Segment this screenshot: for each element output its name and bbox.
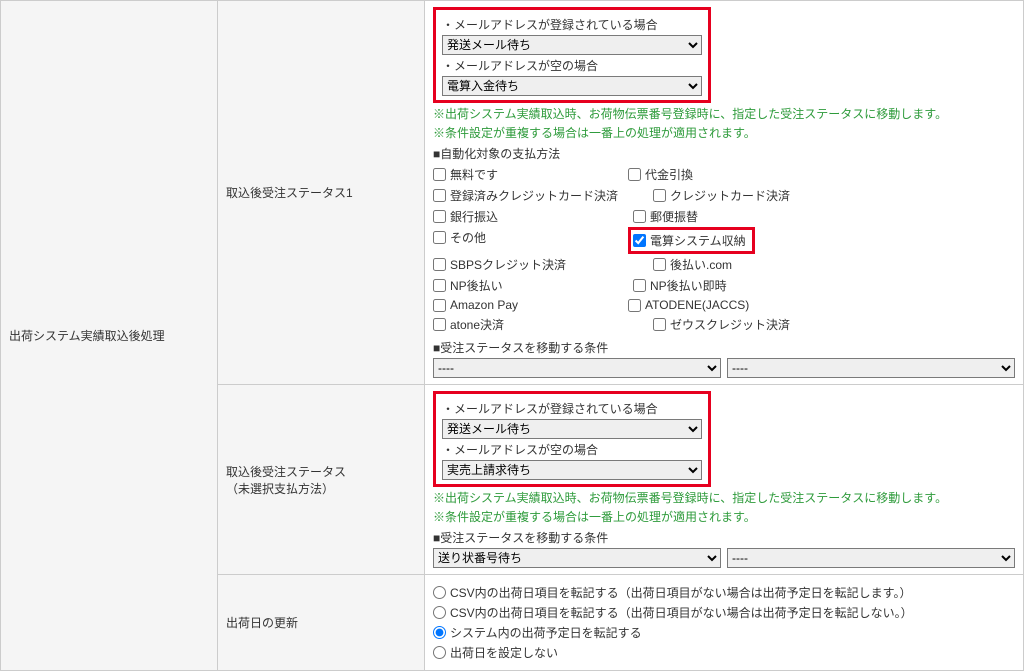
payment-methods-grid: 無料です 代金引換 登録済みクレジットカード決済 クレジットカード決済 銀行振込… (433, 164, 1015, 335)
pm-postal[interactable]: 郵便振替 (633, 208, 853, 225)
pm-registered-cc[interactable]: 登録済みクレジットカード決済 (433, 187, 653, 204)
status2-content: ・メールアドレスが登録されている場合 発送メール待ち ・メールアドレスが空の場合… (425, 385, 1024, 575)
email-registered-select-1[interactable]: 発送メール待ち (442, 35, 702, 55)
pm-atodene[interactable]: ATODENE(JACCS) (628, 298, 828, 312)
ship-date-radio-2[interactable]: CSV内の出荷日項目を転記する（出荷日項目がない場合は出荷予定日を転記しない。） (433, 604, 1015, 621)
email-registered-label-1: ・メールアドレスが登録されている場合 (442, 16, 702, 33)
status2-note2: ※条件設定が重複する場合は一番上の処理が適用されます。 (433, 508, 1015, 525)
email-empty-select-2[interactable]: 実売上請求待ち (442, 460, 702, 480)
pm-atone[interactable]: atone決済 (433, 316, 653, 333)
ship-date-radio-1[interactable]: CSV内の出荷日項目を転記する（出荷日項目がない場合は出荷予定日を転記します。） (433, 584, 1015, 601)
email-registered-label-2: ・メールアドレスが登録されている場合 (442, 400, 702, 417)
pm-cc[interactable]: クレジットカード決済 (653, 187, 848, 204)
pm-bank[interactable]: 銀行振込 (433, 208, 633, 225)
row-label-status1: 取込後受注ステータス1 (218, 1, 425, 385)
status2-email-box: ・メールアドレスが登録されている場合 発送メール待ち ・メールアドレスが空の場合… (433, 391, 711, 487)
ship-date-radio-4[interactable]: 出荷日を設定しない (433, 644, 1015, 661)
side-section-label: 出荷システム実績取込後処理 (1, 1, 218, 671)
pm-cod[interactable]: 代金引換 (628, 166, 828, 183)
status2-note1: ※出荷システム実績取込時、お荷物伝票番号登録時に、指定した受注ステータスに移動し… (433, 489, 1015, 506)
cond-row-1: ---- ---- (433, 358, 1015, 378)
cond-right-select-2[interactable]: ---- (727, 548, 1015, 568)
pm-other[interactable]: その他 (433, 229, 628, 246)
cond-left-select-1[interactable]: ---- (433, 358, 721, 378)
row-label-ship-date: 出荷日の更新 (218, 575, 425, 671)
status1-note2: ※条件設定が重複する場合は一番上の処理が適用されます。 (433, 124, 1015, 141)
status1-content: ・メールアドレスが登録されている場合 発送メール待ち ・メールアドレスが空の場合… (425, 1, 1024, 385)
cond-row-2: 送り状番号待ち ---- (433, 548, 1015, 568)
pm-atobarai[interactable]: 後払い.com (653, 256, 848, 273)
payment-methods-header: ■自動化対象の支払方法 (433, 145, 1015, 162)
pm-amazon[interactable]: Amazon Pay (433, 298, 628, 312)
ship-date-radio-3[interactable]: システム内の出荷予定日を転記する (433, 624, 1015, 641)
row-label-status-unselected: 取込後受注ステータス （未選択支払方法） (218, 385, 425, 575)
pm-zeus[interactable]: ゼウスクレジット決済 (653, 316, 848, 333)
cond-header-2: ■受注ステータスを移動する条件 (433, 529, 1015, 546)
cond-header-1: ■受注ステータスを移動する条件 (433, 339, 1015, 356)
ship-date-content: CSV内の出荷日項目を転記する（出荷日項目がない場合は出荷予定日を転記します。）… (425, 575, 1024, 671)
pm-free[interactable]: 無料です (433, 166, 628, 183)
pm-npsoku[interactable]: NP後払い即時 (633, 277, 853, 294)
email-empty-label-1: ・メールアドレスが空の場合 (442, 57, 702, 74)
pm-npato[interactable]: NP後払い (433, 277, 633, 294)
status1-email-box: ・メールアドレスが登録されている場合 発送メール待ち ・メールアドレスが空の場合… (433, 7, 711, 103)
email-empty-select-1[interactable]: 電算入金待ち (442, 76, 702, 96)
pm-sbps[interactable]: SBPSクレジット決済 (433, 256, 653, 273)
status1-note1: ※出荷システム実績取込時、お荷物伝票番号登録時に、指定した受注ステータスに移動し… (433, 105, 1015, 122)
email-empty-label-2: ・メールアドレスが空の場合 (442, 441, 702, 458)
email-registered-select-2[interactable]: 発送メール待ち (442, 419, 702, 439)
cond-right-select-1[interactable]: ---- (727, 358, 1015, 378)
pm-densan[interactable]: 電算システム収納 (633, 232, 746, 249)
cond-left-select-2[interactable]: 送り状番号待ち (433, 548, 721, 568)
pm-densan-highlight: 電算システム収納 (628, 227, 755, 254)
